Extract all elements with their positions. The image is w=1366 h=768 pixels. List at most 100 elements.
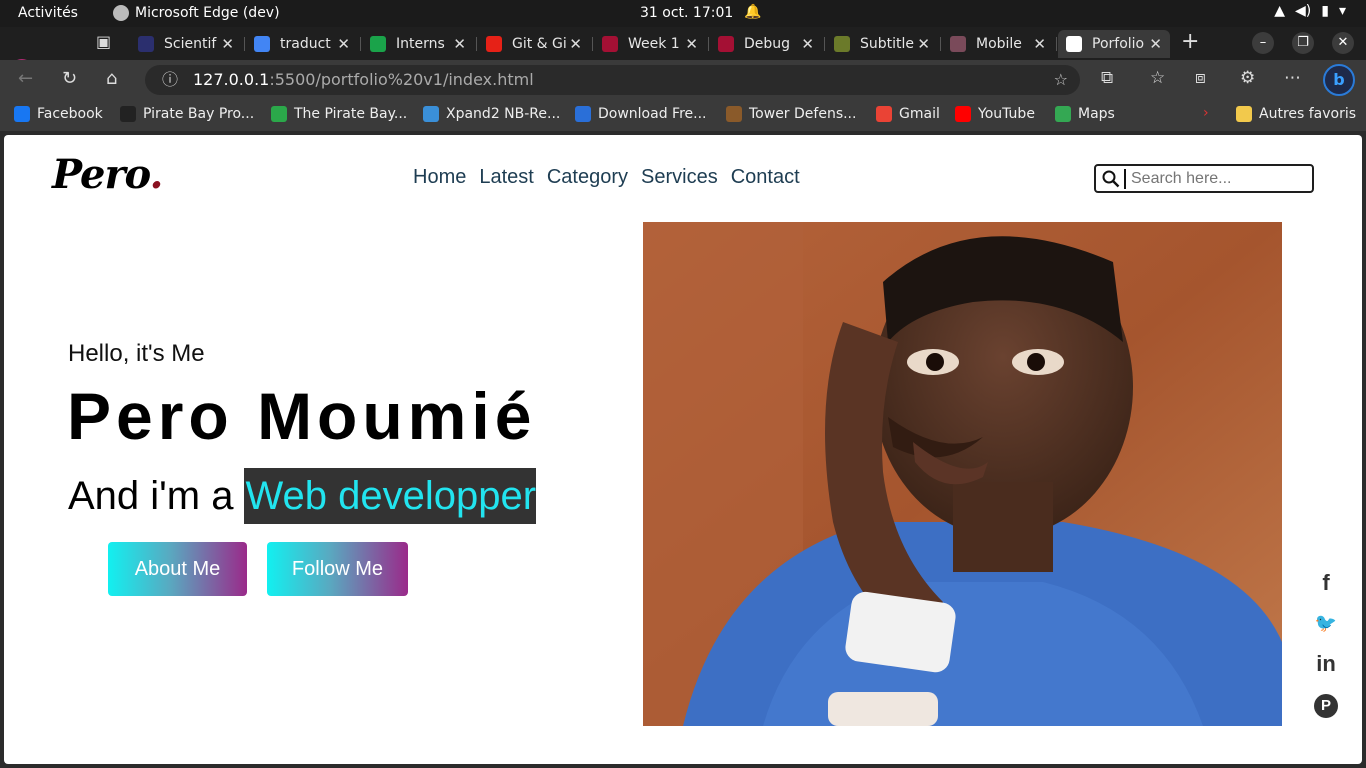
browser-tab[interactable]: Porfolio ✕ (1058, 30, 1170, 58)
clock[interactable]: 31 oct. 17:01 (640, 5, 733, 21)
nav-home[interactable]: Home (413, 166, 466, 189)
browser-tab[interactable]: Debug ✕ (710, 30, 822, 58)
nav-category[interactable]: Category (547, 166, 628, 189)
collections-icon[interactable]: ⧈ (1195, 68, 1206, 88)
bing-icon[interactable]: b (1323, 64, 1355, 96)
more-menu-icon[interactable]: ⋯ (1284, 68, 1301, 88)
bookmark-favicon-icon (726, 106, 742, 122)
other-favorites[interactable]: Autres favoris (1236, 106, 1356, 122)
chevron-right-icon[interactable]: › (1203, 105, 1209, 121)
close-window-button[interactable]: ✕ (1332, 32, 1354, 54)
greeting: Hello, it's Me (68, 340, 205, 367)
minimize-button[interactable]: – (1252, 32, 1274, 54)
bookmark-favicon-icon (575, 106, 591, 122)
nav-latest[interactable]: Latest (479, 166, 533, 189)
twitter-icon[interactable]: 🐦 (1314, 613, 1338, 634)
volume-icon: ◀) (1295, 3, 1312, 19)
close-tab-icon[interactable]: ✕ (453, 35, 466, 53)
maximize-button[interactable]: ❐ (1292, 32, 1314, 54)
bookmark-label: Gmail (899, 106, 940, 122)
bookmark-item[interactable]: The Pirate Bay... (271, 106, 407, 122)
social-links: f 🐦 in P (1314, 570, 1338, 718)
bookmark-label: Xpand2 NB-Re... (446, 106, 561, 122)
bookmark-item[interactable]: Facebook (14, 106, 103, 122)
site-logo[interactable]: Pero. (52, 151, 163, 198)
close-tab-icon[interactable]: ✕ (221, 35, 234, 53)
home-button[interactable]: ⌂ (106, 68, 117, 89)
linkedin-icon[interactable]: in (1314, 651, 1338, 677)
tab-actions-icon[interactable]: ▣ (96, 32, 111, 51)
search-input[interactable] (1124, 168, 1304, 189)
browser-tab[interactable]: Scientif ✕ (130, 30, 242, 58)
new-tab-button[interactable]: + (1181, 29, 1199, 54)
close-tab-icon[interactable]: ✕ (1149, 35, 1162, 53)
bookmark-label: Tower Defens... (749, 106, 857, 122)
browser-tab[interactable]: traduct ✕ (246, 30, 358, 58)
tab-favicon-icon (834, 36, 850, 52)
bookmark-label: Pirate Bay Pro... (143, 106, 255, 122)
about-me-button[interactable]: About Me (108, 542, 247, 596)
tab-separator (244, 37, 245, 51)
close-tab-icon[interactable]: ✕ (801, 35, 814, 53)
close-tab-icon[interactable]: ✕ (1033, 35, 1046, 53)
address-bar[interactable]: ⓘ 127.0.0.1:5500/portfolio%20v1/index.ht… (145, 65, 1080, 95)
bookmark-item[interactable]: Gmail (876, 106, 940, 122)
close-tab-icon[interactable]: ✕ (685, 35, 698, 53)
bookmark-item[interactable]: Maps (1055, 106, 1115, 122)
favorites-icon[interactable]: ☆ (1150, 68, 1165, 88)
tab-separator (476, 37, 477, 51)
bookmark-favicon-icon (120, 106, 136, 122)
bookmark-item[interactable]: YouTube (955, 106, 1035, 122)
app-menu[interactable]: Microsoft Edge (dev) (113, 5, 280, 21)
bookmark-favicon-icon (14, 106, 30, 122)
favorite-star-icon[interactable]: ☆ (1054, 65, 1068, 95)
tab-favicon-icon (486, 36, 502, 52)
bell-icon: 🔔 (744, 4, 762, 20)
close-tab-icon[interactable]: ✕ (337, 35, 350, 53)
system-tray[interactable]: ▲ ◀) ▮ ▾ (1274, 3, 1346, 19)
bookmark-item[interactable]: Pirate Bay Pro... (120, 106, 254, 122)
reload-button[interactable]: ↻ (62, 68, 77, 89)
tab-title: Week 1 (628, 36, 680, 52)
nav-contact[interactable]: Contact (731, 166, 800, 189)
edge-dev-icon (113, 5, 129, 21)
close-tab-icon[interactable]: ✕ (569, 35, 582, 53)
tab-title: Debug (744, 36, 791, 52)
battery-icon: ▮ (1321, 3, 1329, 19)
url-path: :5500/portfolio%20v1/index.html (269, 70, 534, 89)
system-top-bar: Activités Microsoft Edge (dev) 31 oct. 1… (0, 0, 1366, 27)
search-icon[interactable] (1102, 170, 1120, 188)
facebook-icon[interactable]: f (1314, 570, 1338, 596)
performance-icon[interactable]: ⚙ (1240, 68, 1255, 88)
bookmarks-bar: Facebook Pirate Bay Pro... The Pirate Bay.… (0, 99, 1366, 131)
tab-favicon-icon (138, 36, 154, 52)
extensions-icon[interactable]: ⧉ (1101, 68, 1113, 88)
bookmark-item[interactable]: Xpand2 NB-Re... (423, 106, 560, 122)
follow-me-button[interactable]: Follow Me (267, 542, 408, 596)
bookmark-label: Download Fre... (598, 106, 707, 122)
pinterest-icon[interactable]: P (1314, 694, 1338, 718)
nav-services[interactable]: Services (641, 166, 718, 189)
tab-favicon-icon (950, 36, 966, 52)
site-info-icon[interactable]: ⓘ (162, 65, 178, 95)
browser-tab[interactable]: Git & Gi ✕ (478, 30, 590, 58)
tab-title: Interns (396, 36, 445, 52)
close-tab-icon[interactable]: ✕ (917, 35, 930, 53)
tab-separator (824, 37, 825, 51)
browser-tab[interactable]: Subtitle ✕ (826, 30, 938, 58)
profile-photo (643, 222, 1282, 726)
toolbar: ← ↻ ⌂ ⓘ 127.0.0.1:5500/portfolio%20v1/in… (0, 60, 1366, 99)
tab-separator (708, 37, 709, 51)
tab-title: Subtitle (860, 36, 915, 52)
bookmark-label: Maps (1078, 106, 1115, 122)
browser-tab[interactable]: Mobile ✕ (942, 30, 1054, 58)
activities-button[interactable]: Activités (18, 5, 78, 21)
bookmark-item[interactable]: Download Fre... (575, 106, 707, 122)
browser-tab[interactable]: Interns ✕ (362, 30, 474, 58)
tab-favicon-icon (1066, 36, 1082, 52)
tab-separator (940, 37, 941, 51)
back-button[interactable]: ← (18, 68, 33, 89)
bookmark-item[interactable]: Tower Defens... (726, 106, 856, 122)
tab-favicon-icon (718, 36, 734, 52)
browser-tab[interactable]: Week 1 ✕ (594, 30, 706, 58)
